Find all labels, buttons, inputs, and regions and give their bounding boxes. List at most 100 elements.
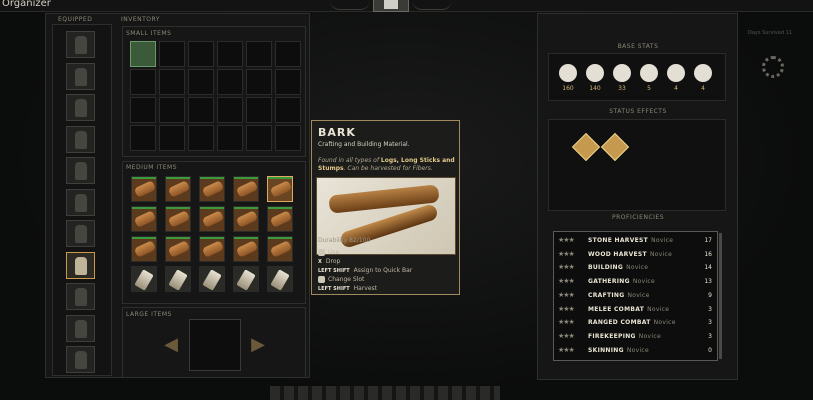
bark-item-slot[interactable] [131, 176, 157, 202]
shoulder-slot[interactable] [66, 94, 95, 121]
head-stat: 4 [692, 64, 714, 92]
bottom-ornament [270, 386, 500, 400]
fist-icon [667, 64, 685, 82]
equipped-label: EQUIPPED [58, 16, 93, 23]
large-items-label: LARGE ITEMS [126, 311, 172, 318]
proficiencies-scrollbar[interactable] [719, 233, 722, 359]
status-effects-header: STATUS EFFECTS [609, 108, 667, 115]
run-icon [586, 64, 604, 82]
small-item-slot[interactable] [130, 69, 156, 95]
proficiency-row[interactable]: ★★★ MELEE COMBAT Novice 3 [558, 304, 716, 317]
small-item-slot[interactable] [159, 97, 185, 123]
tooltip-action: Use [318, 249, 339, 256]
chest-slot[interactable] [66, 62, 95, 90]
small-item-slot[interactable] [188, 69, 214, 95]
small-item-slot[interactable] [275, 41, 301, 67]
small-item-slot[interactable] [246, 69, 272, 95]
small-item-slot[interactable] [188, 41, 214, 67]
small-item-slot[interactable] [159, 41, 185, 67]
base-stats-header: BASE STATS [617, 43, 659, 50]
star-rating-icon: ★★★ [558, 236, 575, 244]
tooltip-durability: Durability 82/100 [318, 237, 371, 244]
tool-item-slot[interactable] [233, 266, 259, 292]
arms-slot[interactable] [66, 125, 95, 153]
gear-icon [762, 56, 784, 78]
small-item-slot[interactable] [275, 97, 301, 123]
tool-item-slot[interactable] [131, 266, 157, 292]
legs-slot[interactable] [66, 188, 95, 216]
bark-item-slot[interactable] [233, 206, 259, 232]
small-item-slot[interactable] [246, 125, 272, 151]
bark-item-slot[interactable] [165, 236, 191, 262]
proficiency-row[interactable]: ★★★ CRAFTING Novice 9 [558, 290, 716, 303]
small-item-slot[interactable] [275, 69, 301, 95]
small-item-slot[interactable] [188, 97, 214, 123]
bark-item-slot[interactable] [267, 236, 293, 262]
bark-item-slot[interactable] [233, 176, 259, 202]
small-item-slot[interactable] [246, 97, 272, 123]
tooltip-title: BARK [318, 126, 356, 139]
small-item-slot[interactable] [159, 125, 185, 151]
small-item-slot[interactable] [217, 125, 243, 151]
tool-item-slot[interactable] [267, 266, 293, 292]
small-item-slot[interactable] [130, 41, 156, 67]
tool-slot[interactable] [66, 283, 95, 310]
small-item-slot[interactable] [217, 41, 243, 67]
bark-item-slot[interactable] [199, 206, 225, 232]
star-rating-icon: ★★★ [558, 345, 575, 354]
proficiency-row[interactable]: ★★★ BUILDING Novice 14 [558, 262, 716, 275]
bark-item-slot[interactable] [199, 236, 225, 262]
small-item-slot[interactable] [159, 69, 185, 95]
sprint-plus-stat: 33 [611, 64, 633, 92]
proficiency-row[interactable]: ★★★ RANGED COMBAT Novice 3 [558, 317, 716, 330]
star-rating-icon: ★★★ [558, 304, 575, 313]
small-item-slot[interactable] [130, 125, 156, 151]
medium-items-label: MEDIUM ITEMS [126, 164, 178, 171]
proficiency-row[interactable]: ★★★ STONE HARVEST Novice 17 [558, 235, 716, 248]
tool-item-slot[interactable] [165, 266, 191, 292]
bark-item-slot[interactable] [165, 206, 191, 232]
inventory-label: INVENTORY [121, 16, 160, 23]
large-prev-arrow-icon[interactable]: ◀ [158, 336, 184, 354]
large-next-arrow-icon[interactable]: ▶ [245, 336, 271, 354]
small-item-slot[interactable] [275, 125, 301, 151]
bark-item-slot[interactable] [131, 206, 157, 232]
bark-item-slot[interactable] [267, 176, 293, 202]
weapon-slot[interactable] [66, 251, 95, 279]
top-ornament-right [412, 0, 452, 10]
tool-item-slot[interactable] [199, 266, 225, 292]
proficiency-row[interactable]: ★★★ GATHERING Novice 13 [558, 276, 716, 289]
bark-item-slot[interactable] [131, 236, 157, 262]
star-rating-icon: ★★★ [558, 249, 575, 258]
status-effects-box [548, 119, 726, 211]
small-item-slot[interactable] [217, 97, 243, 123]
bark-item-slot[interactable] [165, 176, 191, 202]
fist-stat: 4 [665, 64, 687, 92]
bark-item-slot[interactable] [233, 236, 259, 262]
star-rating-icon: ★★★ [558, 290, 575, 299]
bark-item-slot[interactable] [267, 206, 293, 232]
close-tab-button[interactable] [373, 0, 409, 12]
hands-slot[interactable] [66, 157, 95, 184]
proficiency-row[interactable]: ★★★ SKINNING Novice 0 [558, 345, 716, 358]
small-item-slot[interactable] [130, 97, 156, 123]
sprint-plus-icon [613, 64, 631, 82]
head-icon [694, 64, 712, 82]
tooltip-action: LEFT SHIFT Assign to Quick Bar [318, 267, 413, 274]
small-item-slot[interactable] [188, 125, 214, 151]
bark-item-slot[interactable] [199, 176, 225, 202]
small-item-slot[interactable] [246, 41, 272, 67]
small-item-slot[interactable] [217, 69, 243, 95]
run-stat: 140 [584, 64, 606, 92]
feet-slot[interactable] [66, 220, 95, 247]
item-tooltip: BARK Crafting and Building Material. Fou… [311, 120, 460, 295]
star-rating-icon: ★★★ [558, 277, 575, 286]
misc-slot[interactable] [66, 346, 95, 373]
offhand-slot[interactable] [66, 314, 95, 342]
proficiency-row[interactable]: ★★★ WOOD HARVEST Novice 16 [558, 249, 716, 262]
large-item-slot[interactable] [189, 319, 241, 371]
proficiency-row[interactable]: ★★★ FIREKEEPING Novice 3 [558, 331, 716, 344]
helmet-slot[interactable] [66, 31, 95, 58]
tooltip-description: Found in all types of Logs, Long Sticks … [318, 157, 455, 172]
target-stat: 5 [638, 64, 660, 92]
